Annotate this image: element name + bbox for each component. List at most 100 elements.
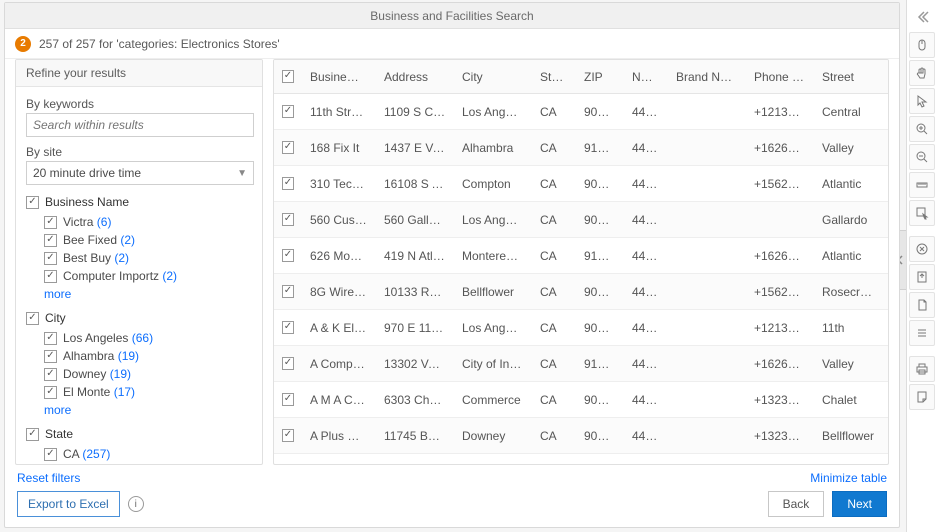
- facet-item-count: (2): [162, 269, 177, 283]
- row-checkbox[interactable]: [282, 213, 294, 226]
- table-row[interactable]: 626 Mobile…419 N Atla…Monterey P…CA91754…: [274, 238, 888, 274]
- col-zip[interactable]: ZIP: [576, 70, 624, 84]
- row-check-cell[interactable]: [274, 321, 302, 334]
- zoom-in-icon[interactable]: [909, 116, 935, 142]
- back-button[interactable]: Back: [768, 491, 825, 517]
- pointer-icon[interactable]: [909, 88, 935, 114]
- keywords-input[interactable]: [26, 113, 254, 137]
- reset-filters-link[interactable]: Reset filters: [17, 471, 80, 485]
- facet-item-checkbox[interactable]: [44, 332, 57, 345]
- ruler-icon[interactable]: [909, 172, 935, 198]
- row-checkbox[interactable]: [282, 429, 294, 442]
- row-check-cell[interactable]: [274, 357, 302, 370]
- cell-zip: 90241: [576, 429, 624, 443]
- next-button[interactable]: Next: [832, 491, 887, 517]
- facet-more-link[interactable]: more: [26, 401, 254, 417]
- facet-item-checkbox[interactable]: [44, 234, 57, 247]
- export-button[interactable]: Export to Excel: [17, 491, 120, 517]
- table-row[interactable]: 168 Fix It1437 E Vall…AlhambraCA91801443…: [274, 130, 888, 166]
- row-checkbox[interactable]: [282, 105, 294, 118]
- col-phone[interactable]: Phone …: [746, 70, 814, 84]
- cell-street: Atlantic: [814, 177, 886, 191]
- cell-address: 560 Gallar…: [376, 213, 454, 227]
- facet-head[interactable]: State: [26, 427, 254, 441]
- select-all-cell[interactable]: [274, 70, 302, 83]
- tool-rail: [906, 0, 936, 532]
- facet-item[interactable]: CA (257): [44, 445, 254, 463]
- info-icon[interactable]: i: [128, 496, 144, 512]
- col-business[interactable]: Busine…▲: [302, 70, 376, 84]
- col-city[interactable]: City: [454, 70, 532, 84]
- collapse-rail-icon[interactable]: [909, 4, 935, 30]
- row-checkbox[interactable]: [282, 285, 294, 298]
- site-select[interactable]: 20 minute drive time ▼: [26, 161, 254, 185]
- facet-item-checkbox[interactable]: [44, 386, 57, 399]
- row-checkbox[interactable]: [282, 141, 294, 154]
- facet-item-checkbox[interactable]: [44, 350, 57, 363]
- row-check-cell[interactable]: [274, 105, 302, 118]
- table-row[interactable]: A Plus Cctv…11745 Bellf…DowneyCA90241443…: [274, 418, 888, 454]
- facet-item[interactable]: Victra (6): [44, 213, 254, 231]
- print-icon[interactable]: [909, 356, 935, 382]
- col-naics[interactable]: NAI…: [624, 70, 668, 84]
- facet-item[interactable]: El Monte (17): [44, 383, 254, 401]
- facet-item[interactable]: Downey (19): [44, 365, 254, 383]
- row-checkbox[interactable]: [282, 357, 294, 370]
- table-row[interactable]: A M A Com…6303 Chale…CommerceCA90040443……: [274, 382, 888, 418]
- facet-item-checkbox[interactable]: [44, 368, 57, 381]
- table-row[interactable]: 11th Street …1109 S Cen…Los AngelesCA900…: [274, 94, 888, 130]
- facet-head[interactable]: City: [26, 311, 254, 325]
- row-checkbox[interactable]: [282, 321, 294, 334]
- select-all-checkbox[interactable]: [282, 70, 294, 83]
- facet-checkbox[interactable]: [26, 196, 39, 209]
- facet-checkbox[interactable]: [26, 428, 39, 441]
- facet-item[interactable]: Alhambra (19): [44, 347, 254, 365]
- facet-item[interactable]: Computer Importz (2): [44, 267, 254, 285]
- row-check-cell[interactable]: [274, 393, 302, 406]
- row-check-cell[interactable]: [274, 429, 302, 442]
- note-icon[interactable]: [909, 384, 935, 410]
- row-check-cell[interactable]: [274, 141, 302, 154]
- facet-head[interactable]: Business Name: [26, 195, 254, 209]
- table-row[interactable]: 560 Customs560 Gallar…Los AngelesCA90033…: [274, 202, 888, 238]
- facet-item-checkbox[interactable]: [44, 270, 57, 283]
- facet-item-checkbox[interactable]: [44, 216, 57, 229]
- row-check-cell[interactable]: [274, 213, 302, 226]
- refine-body[interactable]: By keywords By site 20 minute drive time…: [16, 87, 262, 464]
- table-row[interactable]: 8G Wireless10133 Ros…BellflowerCA9070644…: [274, 274, 888, 310]
- facet-item-checkbox[interactable]: [44, 448, 57, 461]
- minimize-table-link[interactable]: Minimize table: [810, 471, 887, 485]
- col-street[interactable]: Street: [814, 70, 886, 84]
- row-checkbox[interactable]: [282, 393, 294, 406]
- facet-item-label: El Monte (17): [63, 385, 135, 399]
- facet-more-link[interactable]: more: [26, 285, 254, 301]
- cell-address: 11745 Bellf…: [376, 429, 454, 443]
- facet-checkbox[interactable]: [26, 312, 39, 325]
- col-brand[interactable]: Brand Name: [668, 70, 746, 84]
- row-checkbox[interactable]: [282, 249, 294, 262]
- facet-item[interactable]: Best Buy (2): [44, 249, 254, 267]
- cell-city: Los Angeles: [454, 213, 532, 227]
- facet-item[interactable]: Los Angeles (66): [44, 329, 254, 347]
- table-body[interactable]: 11th Street …1109 S Cen…Los AngelesCA900…: [274, 94, 888, 464]
- zoom-out-icon[interactable]: [909, 144, 935, 170]
- clear-icon[interactable]: [909, 236, 935, 262]
- row-check-cell[interactable]: [274, 285, 302, 298]
- cell-zip: 90706: [576, 285, 624, 299]
- table-row[interactable]: 310 Tech R…16108 S Atl…ComptonCA90221443…: [274, 166, 888, 202]
- select-box-icon[interactable]: [909, 200, 935, 226]
- table-row[interactable]: A Compute…13302 Vall…City of Ind…CA91746…: [274, 346, 888, 382]
- facet-item[interactable]: Bee Fixed (2): [44, 231, 254, 249]
- col-state[interactable]: State: [532, 70, 576, 84]
- row-checkbox[interactable]: [282, 177, 294, 190]
- mouse-icon[interactable]: [909, 32, 935, 58]
- pdf-icon[interactable]: [909, 292, 935, 318]
- hand-icon[interactable]: [909, 60, 935, 86]
- col-address[interactable]: Address: [376, 70, 454, 84]
- export-icon[interactable]: [909, 264, 935, 290]
- facet-item-checkbox[interactable]: [44, 252, 57, 265]
- list-icon[interactable]: [909, 320, 935, 346]
- row-check-cell[interactable]: [274, 177, 302, 190]
- row-check-cell[interactable]: [274, 249, 302, 262]
- table-row[interactable]: A & K Elect…970 E 11th StLos AngelesCA90…: [274, 310, 888, 346]
